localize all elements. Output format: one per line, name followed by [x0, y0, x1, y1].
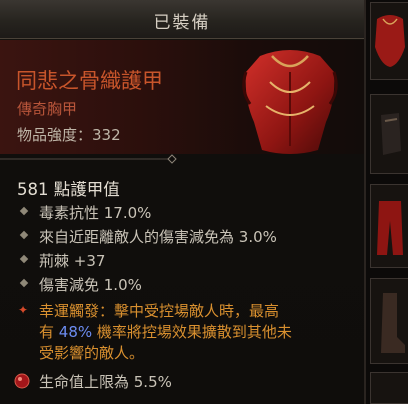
equipment-slot[interactable]	[370, 184, 408, 268]
pants-icon	[377, 201, 403, 255]
star-icon: ✦	[18, 303, 29, 317]
stat-text: 荊棘 +37	[39, 252, 106, 270]
aspect-text: 機率將控場效果擴散到其他未	[92, 323, 292, 341]
diamond-bullet-icon	[19, 278, 29, 288]
equipment-slot[interactable]	[370, 372, 408, 404]
item-tooltip: 已裝備 同悲之骨織護甲 傳奇胸甲 物品強度：332 581 點護甲值 毒素抗性 …	[0, 0, 366, 404]
diamond-bullet-icon	[19, 230, 29, 240]
gloves-icon	[381, 113, 401, 155]
stat-line: 傷害減免 1.0%	[0, 272, 364, 294]
aspect-text: 有	[39, 323, 59, 341]
boots-icon	[381, 293, 405, 353]
socket-stat: 生命值上限為 5.5%	[39, 373, 172, 391]
item-name: 同悲之骨織護甲	[16, 69, 163, 93]
tooltip-header: 已裝備	[0, 0, 364, 39]
aspect-line-3: 受影響的敵人。	[39, 344, 145, 362]
stat-line: 荊棘 +37	[0, 248, 364, 270]
stat-line: 來自近距離敵人的傷害減免為 3.0%	[0, 224, 364, 246]
section-divider	[0, 154, 177, 164]
stat-text: 傷害減免 1.0%	[39, 276, 142, 294]
equipment-slot[interactable]	[370, 2, 408, 80]
item-type: 傳奇胸甲	[17, 100, 78, 118]
header-title: 已裝備	[153, 13, 211, 33]
aspect-percent: 48%	[58, 323, 93, 341]
diamond-bullet-icon	[19, 254, 29, 264]
stat-line: 毒素抗性 17.0%	[0, 200, 364, 222]
item-power: 物品強度：332	[17, 126, 121, 144]
aspect-line-1: 幸運觸發：擊中受控場敵人時，最高	[39, 302, 280, 320]
ruby-gem-icon	[14, 373, 30, 389]
aspect-line-2: 有 48% 機率將控場效果擴散到其他未	[39, 321, 292, 342]
equipment-slot[interactable]	[370, 278, 408, 364]
chest-armor-icon	[375, 15, 405, 67]
stat-text: 毒素抗性 17.0%	[39, 204, 152, 222]
equipment-slot-column	[366, 0, 408, 404]
stat-text: 來自近距離敵人的傷害減免為 3.0%	[39, 228, 277, 246]
chest-armor-image	[242, 50, 338, 154]
armor-value: 581 點護甲值	[17, 180, 120, 199]
equipment-slot[interactable]	[370, 94, 408, 174]
diamond-bullet-icon	[19, 206, 29, 216]
